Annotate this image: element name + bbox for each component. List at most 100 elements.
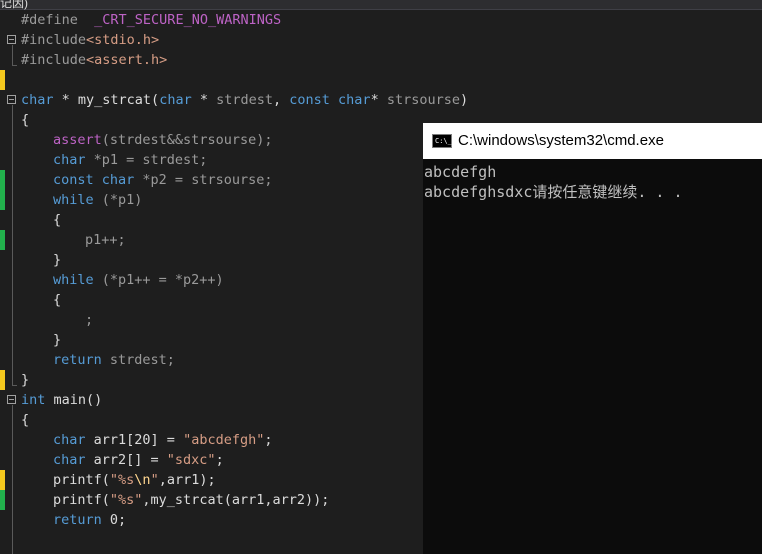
outline-guide — [12, 65, 17, 66]
code-text: * — [191, 92, 217, 108]
code-line[interactable]: { — [53, 210, 61, 230]
console-window[interactable]: C:\_ C:\windows\system32\cmd.exe abcdefg… — [423, 123, 762, 554]
console-output-line: abcdefghsdxc请按任意键继续. . . — [424, 183, 683, 201]
code-text: strdest; — [101, 352, 175, 368]
console-title: C:\windows\system32\cmd.exe — [458, 132, 664, 149]
outline-guide — [12, 45, 13, 65]
string-literal: "%s — [109, 472, 135, 488]
escape-sequence: \n — [134, 472, 151, 488]
keyword-token: while — [53, 192, 94, 208]
code-line[interactable]: } — [21, 370, 29, 390]
code-line[interactable]: char arr2[] = "sdxc"; — [53, 450, 224, 470]
code-text: *p1 = strdest; — [85, 152, 208, 168]
keyword-token: char — [53, 452, 86, 468]
outline-guide — [12, 105, 13, 385]
code-text: ; — [264, 432, 273, 448]
string-literal: "sdxc" — [166, 452, 216, 468]
preprocessor-token: #define — [21, 12, 78, 28]
brace-token: } — [53, 332, 62, 348]
keyword-token: char — [53, 432, 86, 448]
code-line[interactable]: } — [53, 250, 61, 270]
code-text: * — [370, 92, 387, 108]
brace-token: } — [21, 372, 30, 388]
code-text: ,arr1); — [158, 472, 216, 488]
unsaved-change-marker — [0, 70, 5, 90]
parameter-token: strsourse — [386, 92, 460, 108]
brace-token: { — [53, 292, 62, 308]
code-text: ; — [215, 452, 224, 468]
code-line[interactable]: const char *p2 = strsourse; — [53, 170, 272, 190]
code-text: , — [273, 92, 290, 108]
preprocessor-token: #include — [21, 52, 87, 68]
code-line[interactable]: { — [21, 410, 29, 430]
brace-token: { — [21, 112, 30, 128]
code-line[interactable]: int main() — [21, 390, 102, 410]
brace-token: } — [53, 252, 62, 268]
code-text: arr2[] = — [85, 452, 167, 468]
code-line[interactable]: while (*p1++ = *p2++) — [53, 270, 224, 290]
code-text: (*p1++ = *p2++) — [93, 272, 224, 288]
saved-change-marker — [0, 170, 5, 210]
function-name: * my_strcat( — [53, 92, 160, 108]
collapse-icon[interactable] — [7, 395, 16, 404]
code-line[interactable]: ; — [85, 310, 93, 330]
keyword-token: const — [53, 172, 94, 188]
unsaved-change-marker — [0, 470, 5, 490]
code-text: arr1[20] = — [85, 432, 184, 448]
function-call: printf( — [53, 472, 110, 488]
keyword-token: int — [21, 392, 46, 408]
cmd-icon: C:\_ — [432, 134, 452, 148]
code-line[interactable]: printf("%s\n",arr1); — [53, 470, 216, 490]
code-text: ,my_strcat(arr1,arr2)); — [142, 492, 330, 508]
code-text: ; — [85, 312, 94, 328]
macro-token: _CRT_SECURE_NO_WARNINGS — [77, 12, 282, 28]
parameter-token: strdest — [216, 92, 273, 108]
console-output-line: abcdefgh — [424, 163, 497, 181]
code-line[interactable]: char arr1[20] = "abcdefgh"; — [53, 430, 272, 450]
unsaved-change-marker — [0, 370, 5, 390]
saved-change-marker — [0, 230, 5, 250]
function-call: printf( — [53, 492, 110, 508]
keyword-token: const — [289, 92, 330, 108]
window-title-strip: 记因) — [0, 0, 762, 10]
collapse-icon[interactable] — [7, 95, 16, 104]
keyword-token: char — [53, 152, 86, 168]
code-line[interactable]: { — [21, 110, 29, 130]
string-literal: "abcdefgh" — [183, 432, 265, 448]
keyword-token: char — [21, 92, 54, 108]
code-line[interactable]: printf("%s",my_strcat(arr1,arr2)); — [53, 490, 329, 510]
macro-token: assert — [53, 132, 102, 148]
code-line[interactable]: #include<stdio.h> — [21, 30, 159, 50]
code-line[interactable]: { — [53, 290, 61, 310]
string-literal: "%s" — [109, 492, 143, 508]
code-text: 0; — [101, 512, 127, 528]
code-text: (*p1) — [93, 192, 143, 208]
keyword-token: char — [338, 92, 371, 108]
string-literal: " — [150, 472, 159, 488]
code-line[interactable]: char *p1 = strdest; — [53, 150, 207, 170]
console-titlebar[interactable]: C:\_ C:\windows\system32\cmd.exe — [423, 123, 762, 159]
code-line[interactable]: while (*p1) — [53, 190, 142, 210]
code-line[interactable]: #define _CRT_SECURE_NO_WARNINGS — [21, 10, 281, 30]
code-text: *p2 = strsourse; — [134, 172, 273, 188]
brace-token: { — [53, 212, 62, 228]
keyword-token: return — [53, 512, 102, 528]
code-line[interactable]: return strdest; — [53, 350, 175, 370]
code-line[interactable]: return 0; — [53, 510, 126, 530]
code-text: p1++; — [85, 232, 126, 248]
code-line[interactable]: p1++; — [85, 230, 126, 250]
keyword-token: char — [101, 172, 135, 188]
code-line[interactable]: char * my_strcat(char * strdest, const c… — [21, 90, 468, 110]
outline-guide — [12, 405, 13, 554]
code-text: (strdest&&strsourse); — [101, 132, 273, 148]
include-path: <stdio.h> — [86, 32, 160, 48]
code-line[interactable]: #include<assert.h> — [21, 50, 167, 70]
keyword-token: while — [53, 272, 94, 288]
code-line[interactable]: } — [53, 330, 61, 350]
code-line[interactable]: assert(strdest&&strsourse); — [53, 130, 272, 150]
brace-token: { — [21, 412, 30, 428]
collapse-icon[interactable] — [7, 35, 16, 44]
preprocessor-token: #include — [21, 32, 87, 48]
